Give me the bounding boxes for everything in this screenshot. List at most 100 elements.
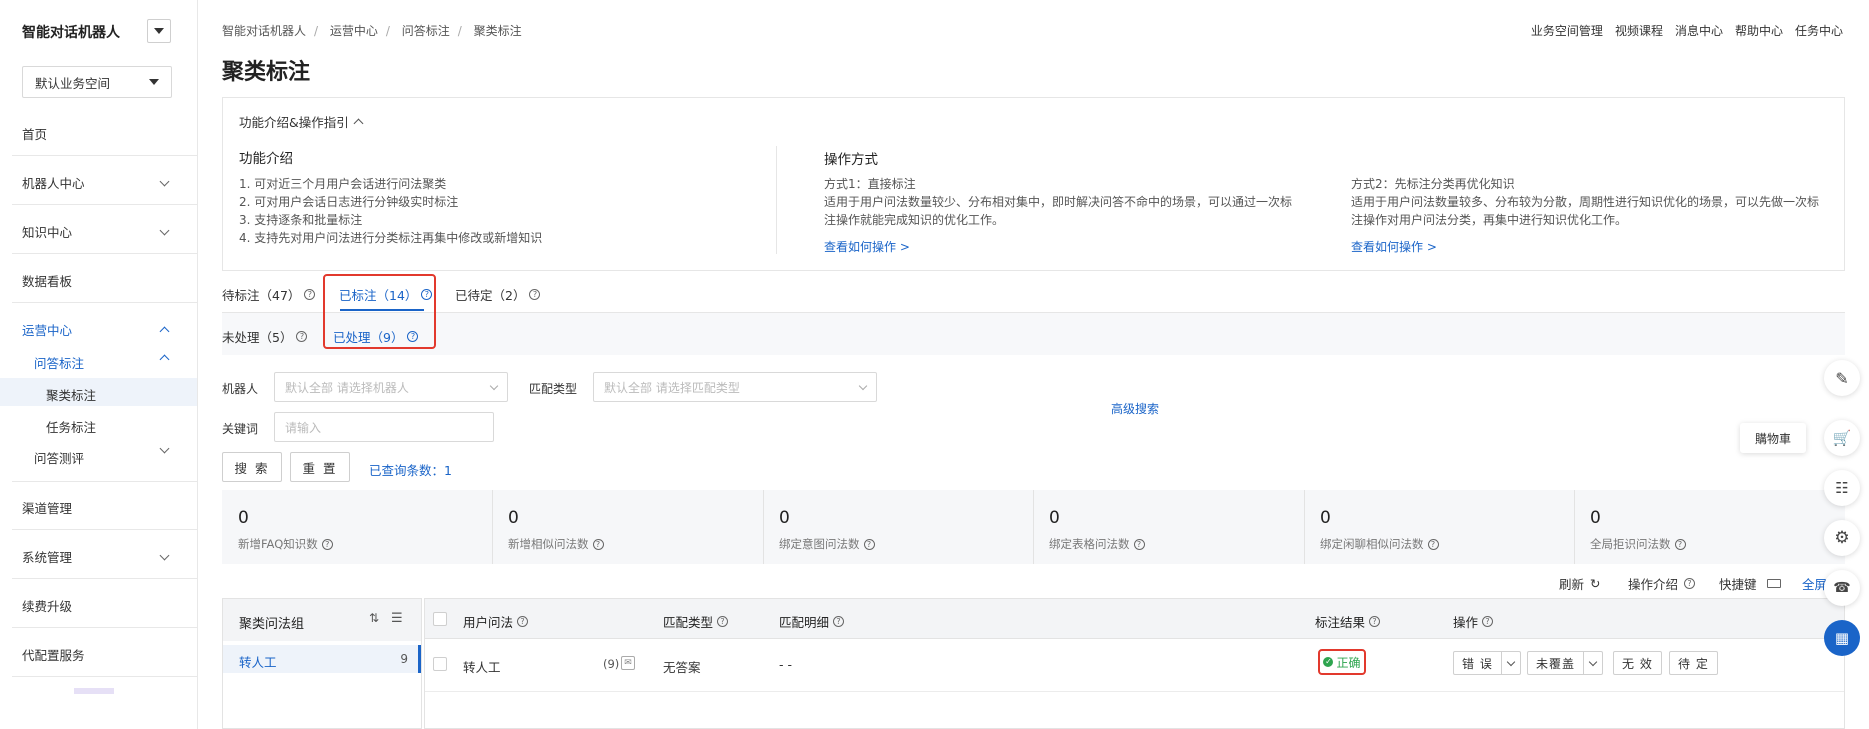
ops-title: 操作方式: [824, 152, 878, 168]
sidebar-item-bot-center[interactable]: 机器人中心: [22, 173, 172, 192]
search-button[interactable]: 搜 索: [222, 452, 282, 482]
method2-link[interactable]: 查看如何操作 >: [1351, 238, 1437, 255]
stat-faq: 0 新增FAQ知识数?: [222, 490, 492, 564]
refresh-button[interactable]: 刷新 ↻: [1559, 574, 1601, 593]
settings-float-button[interactable]: ⚙: [1824, 520, 1860, 556]
wrong-label: 错 误: [1462, 656, 1493, 671]
breadcrumb-item[interactable]: 问答标注: [402, 24, 450, 38]
tab-pending[interactable]: 待标注（47）?: [222, 285, 316, 304]
breadcrumb-item[interactable]: 智能对话机器人: [222, 24, 306, 38]
advanced-search-link[interactable]: 高级搜索: [1111, 400, 1159, 417]
edit-float-button[interactable]: ✎: [1824, 360, 1860, 396]
reset-button[interactable]: 重 置: [290, 452, 350, 482]
link-task-center[interactable]: 任务中心: [1795, 22, 1843, 39]
help-icon[interactable]: ?: [1133, 538, 1145, 550]
row-checkbox[interactable]: [433, 657, 447, 671]
sidebar-item-knowledge[interactable]: 知识中心: [22, 222, 172, 241]
op-intro-button[interactable]: 操作介绍?: [1628, 574, 1696, 593]
annotation-table: 用户问法? 匹配类型? 匹配明细? 标注结果? 操作? 转人工 (9) ✉ 无答…: [424, 598, 1845, 729]
sort-icon[interactable]: ⇅: [369, 611, 379, 625]
cluster-header: 聚类问法组 ⇅ ☰: [223, 599, 421, 641]
help-icon[interactable]: ?: [517, 616, 529, 627]
keyword-input[interactable]: 请输入: [274, 412, 494, 442]
support-float-button[interactable]: ☎: [1824, 570, 1860, 606]
subtab-unprocessed[interactable]: 未处理（5）?: [222, 327, 308, 346]
shortcut-label: 快捷键: [1719, 577, 1757, 592]
guide-toggle-label: 功能介绍&操作指引: [239, 115, 349, 130]
sidebar-item-label: 数据看板: [22, 274, 73, 289]
chevron-down-icon: [159, 550, 170, 560]
chevron-down-icon[interactable]: [1500, 652, 1520, 674]
doc-float-button[interactable]: ☷: [1824, 470, 1860, 506]
sidebar-item-system[interactable]: 系统管理: [22, 547, 172, 566]
match-select-placeholder: 默认全部 请选择匹配类型: [604, 380, 740, 395]
sidebar-item-channel[interactable]: 渠道管理: [22, 498, 172, 517]
workspace-value: 默认业务空间: [35, 75, 111, 91]
chevron-down-icon[interactable]: [1583, 652, 1602, 674]
cluster-item[interactable]: 转人工 9: [223, 645, 421, 673]
sidebar-item-task-annotation[interactable]: 任务标注: [46, 417, 96, 436]
shortcut-button[interactable]: 快捷键: [1719, 574, 1781, 593]
stat-intent: 0 绑定意图问法数?: [763, 490, 1033, 564]
help-icon[interactable]: ?: [321, 538, 333, 550]
sidebar-item-dashboard[interactable]: 数据看板: [22, 271, 172, 290]
help-icon[interactable]: ?: [1369, 616, 1381, 627]
help-icon[interactable]: ?: [717, 616, 729, 627]
help-icon[interactable]: ?: [592, 538, 604, 550]
list-indent-icon[interactable]: ☰: [391, 611, 403, 626]
help-icon[interactable]: ?: [863, 538, 875, 550]
tab-undetermined[interactable]: 已待定（2）?: [455, 285, 541, 304]
invalid-button[interactable]: 无 效: [1613, 651, 1662, 675]
tab-label: 未处理（5）: [222, 330, 293, 345]
pending-label: 待 定: [1678, 656, 1709, 671]
stat-table: 0 绑定表格问法数?: [1033, 490, 1303, 564]
chevron-down-icon: [489, 381, 499, 390]
help-icon[interactable]: ?: [304, 289, 316, 300]
breadcrumb-item[interactable]: 运营中心: [330, 24, 378, 38]
stat-label: 全局拒识问法数?: [1590, 536, 1686, 552]
method1-line: 适用于用户问法数量较少、分布相对集中，即时解决问答不命中的场景，可以通过一次标: [824, 195, 1293, 209]
sidebar-item-home[interactable]: 首页: [22, 124, 172, 143]
match-type-select[interactable]: 默认全部 请选择匹配类型: [593, 372, 877, 402]
guide-toggle[interactable]: 功能介绍&操作指引: [239, 112, 364, 131]
sidebar-item-config-service[interactable]: 代配置服务: [22, 645, 172, 664]
bot-select[interactable]: 默认全部 请选择机器人: [274, 372, 508, 402]
sidebar-item-label: 续费升级: [22, 599, 73, 614]
sidebar-item-cluster-annotation[interactable]: 聚类标注: [46, 385, 96, 404]
link-message-center[interactable]: 消息中心: [1675, 22, 1723, 39]
link-help-center[interactable]: 帮助中心: [1735, 22, 1783, 39]
sidebar-item-qa-annotation[interactable]: 问答标注: [34, 353, 172, 372]
help-icon[interactable]: ?: [296, 331, 308, 342]
sidebar-item-ops-center[interactable]: 运营中心: [22, 320, 172, 339]
link-workspace-manage[interactable]: 业务空间管理: [1531, 22, 1603, 39]
method1-title: 方式1：直接标注: [824, 177, 916, 191]
method1-link[interactable]: 查看如何操作 >: [824, 238, 910, 255]
sidebar-item-label: 知识中心: [22, 225, 73, 240]
sidebar-item-qa-eval[interactable]: 问答测评: [34, 443, 172, 467]
divider: [12, 627, 198, 628]
help-icon[interactable]: ?: [1427, 538, 1439, 550]
help-icon[interactable]: ?: [1674, 538, 1686, 550]
workspace-select[interactable]: 默认业务空间: [22, 66, 172, 98]
wrong-dropdown-button[interactable]: 错 误: [1453, 651, 1521, 675]
breadcrumb: 智能对话机器人 / 运营中心 / 问答标注 / 聚类标注: [222, 24, 522, 38]
help-icon[interactable]: ?: [529, 289, 541, 300]
sidebar-scroll-indicator: [74, 688, 114, 694]
help-icon[interactable]: ?: [1482, 616, 1494, 627]
uncovered-dropdown-button[interactable]: 未覆盖: [1527, 651, 1604, 675]
stat-value: 0: [238, 508, 249, 528]
pending-button[interactable]: 待 定: [1669, 651, 1718, 675]
apps-float-button[interactable]: ▦: [1824, 620, 1860, 656]
help-icon[interactable]: ?: [833, 616, 845, 627]
sidebar-item-renew[interactable]: 续费升级: [22, 596, 172, 615]
cell-match-detail: - -: [779, 657, 792, 672]
stat-chitchat: 0 绑定闲聊相似问法数?: [1304, 490, 1574, 564]
select-all-checkbox[interactable]: [433, 612, 447, 626]
brand-dropdown-button[interactable]: [147, 19, 171, 43]
stat-value: 0: [1049, 508, 1060, 528]
breadcrumb-current: 聚类标注: [473, 24, 522, 38]
link-video-course[interactable]: 视频课程: [1615, 22, 1663, 39]
message-icon[interactable]: ✉: [621, 656, 635, 670]
cart-float-button[interactable]: 🛒: [1824, 420, 1860, 456]
divider: [12, 578, 198, 579]
